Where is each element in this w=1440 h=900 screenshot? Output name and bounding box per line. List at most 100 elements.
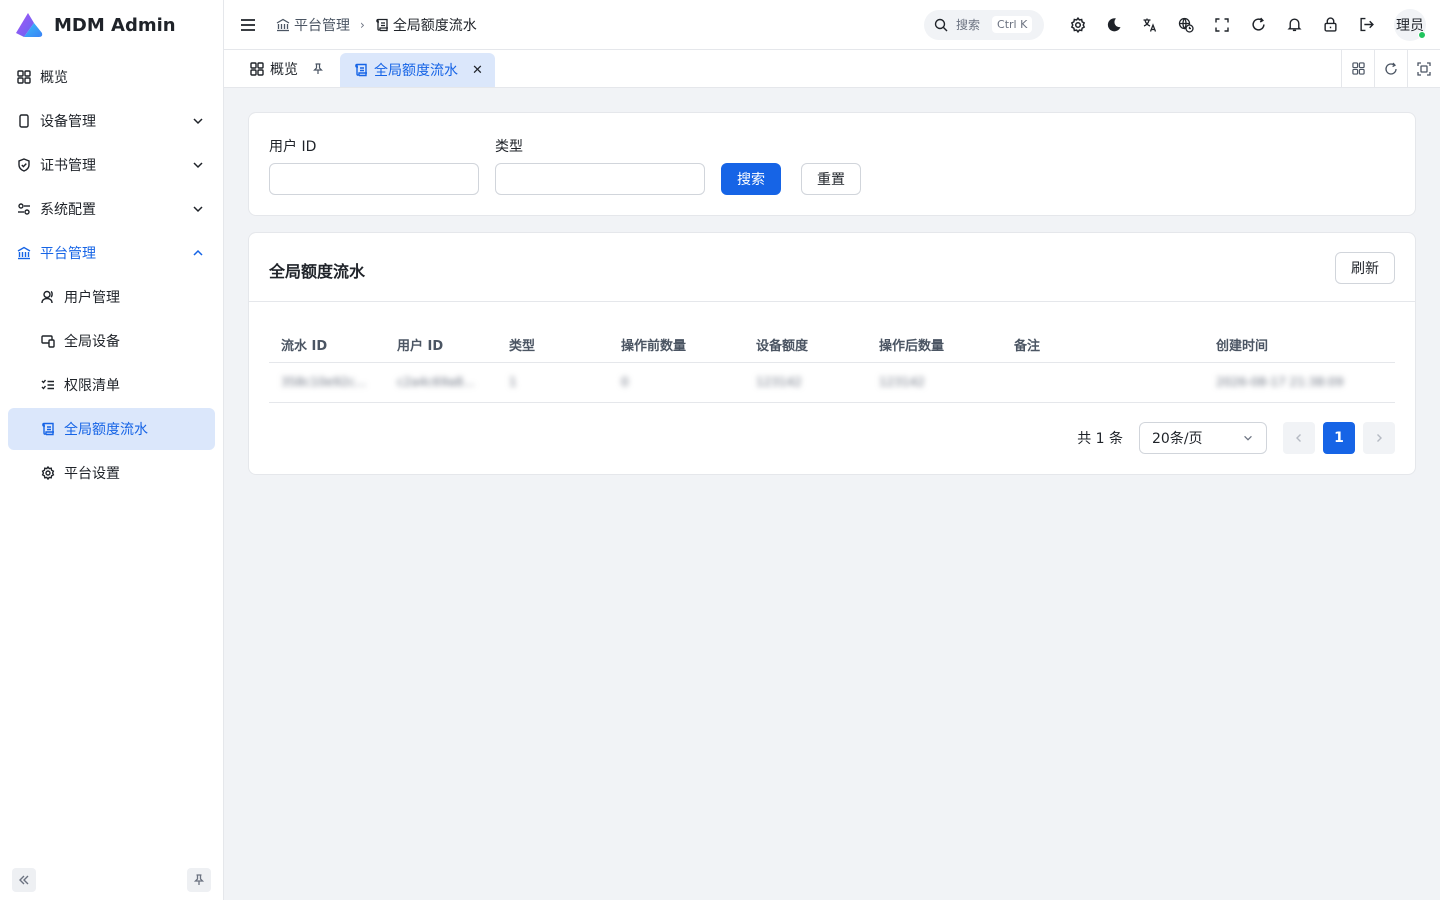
grid-icon [1351,62,1365,75]
column-header-created-at[interactable]: 创建时间 [1216,335,1268,354]
translate-icon [1143,18,1157,32]
search-label: 搜索 [956,18,981,32]
timezone-button[interactable] [1168,7,1204,43]
top-header: 平台管理 › 全局额度流水 搜索 Ctrl K 理员 [224,0,1440,50]
column-header-device-quota[interactable]: 设备额度 [756,335,808,354]
refresh-button[interactable]: 刷新 [1335,252,1395,284]
cell-user-id: c2a4c69a8... [397,375,475,389]
sidebar-item-label: 平台设置 [64,466,120,482]
filter-form-card: 用户 ID 类型 搜索 重置 [248,112,1416,216]
sidebar-item-permission-list[interactable]: 权限清单 [8,364,215,406]
cell-before-qty: 0 [621,375,629,389]
notifications-button[interactable] [1276,7,1312,43]
user-id-input[interactable] [269,163,479,195]
platform-submenu: 用户管理 全局设备 权限清单 全局额度流水 平台设置 [8,276,215,494]
table-row[interactable]: 358c10e92c... c2a4c69a8... 1 0 123142 12… [269,363,1395,403]
breadcrumb-item-current[interactable]: 全局额度流水 [375,15,477,35]
user-avatar[interactable]: 理员 [1394,8,1426,41]
app-title: MDM Admin [54,14,176,36]
global-search[interactable]: 搜索 Ctrl K [924,9,1044,40]
refresh-tab-button[interactable] [1374,50,1407,87]
bell-icon [1286,18,1302,32]
dark-mode-toggle[interactable] [1096,7,1132,43]
page-number-current[interactable]: 1 [1323,422,1355,454]
column-header-user-id[interactable]: 用户 ID [397,335,443,354]
next-page-button[interactable] [1363,422,1395,454]
devices-icon [40,333,56,349]
fullscreen-icon [1215,17,1229,32]
grid-icon [16,69,32,85]
collapse-sidebar-button[interactable] [12,868,36,892]
logout-icon [1359,17,1374,32]
bank-icon [276,18,290,31]
tab-global-quota-flow[interactable]: 全局额度流水 ✕ [340,53,495,87]
sidebar-item-system-config[interactable]: 系统配置 [8,188,215,230]
grid-icon [250,61,264,76]
sidebar-item-certificate-management[interactable]: 证书管理 [8,144,215,186]
online-status-indicator [1418,30,1426,39]
chevron-down-icon [193,118,203,125]
cell-after-qty: 123142 [879,375,925,389]
gear-icon [1070,16,1086,33]
sidebar-menu: 概览 设备管理 证书管理 系统配置 平台管理 用户管理 全局设备 权限清单 全局… [0,56,223,494]
quota-flow-table-card: 全局额度流水 刷新 流水 ID 用户 ID 类型 操作前数量 设备额度 操作后数… [248,232,1416,475]
lock-icon [1323,17,1337,32]
chevron-down-icon [193,206,203,213]
sidebar-item-device-management[interactable]: 设备管理 [8,100,215,142]
chevron-down-icon [193,162,203,169]
sidebar-item-label: 全局额度流水 [64,422,148,438]
shield-check-icon [16,157,32,173]
column-header-remark[interactable]: 备注 [1014,335,1040,354]
sidebar-item-user-management[interactable]: 用户管理 [8,276,215,318]
tab-overview[interactable]: 概览 [236,50,336,87]
header-actions: 搜索 Ctrl K 理员 [924,7,1426,43]
breadcrumb-label: 平台管理 [294,17,350,34]
search-icon [934,18,948,31]
page-size-value: 20条/页 [1152,431,1203,447]
breadcrumb: 平台管理 › 全局额度流水 [276,15,477,35]
close-icon[interactable]: ✕ [472,63,483,78]
chevron-left-icon [1296,434,1301,442]
column-header-flow-id[interactable]: 流水 ID [281,335,327,354]
sidebar-item-platform-management[interactable]: 平台管理 [8,232,215,274]
sidebar-footer [12,868,211,892]
tab-label: 概览 [270,61,298,78]
sidebar-item-label: 平台管理 [40,246,96,262]
column-header-before-qty[interactable]: 操作前数量 [621,335,686,354]
sidebar-item-label: 用户管理 [64,290,120,306]
maximize-content-button[interactable] [1407,50,1440,87]
sidebar-item-platform-settings[interactable]: 平台设置 [8,452,215,494]
sidebar-item-overview[interactable]: 概览 [8,56,215,98]
user-id-label: 用户 ID [269,139,317,155]
prev-page-button[interactable] [1283,422,1315,454]
table-header: 流水 ID 用户 ID 类型 操作前数量 设备额度 操作后数量 备注 创建时间 [269,323,1395,363]
reset-button[interactable]: 重置 [801,163,861,195]
sidebar-item-global-devices[interactable]: 全局设备 [8,320,215,362]
sidebar-item-label: 系统配置 [40,202,96,218]
pin-sidebar-button[interactable] [187,868,211,892]
fullscreen-button[interactable] [1204,7,1240,43]
reload-button[interactable] [1240,7,1276,43]
column-header-type[interactable]: 类型 [509,335,535,354]
lock-screen-button[interactable] [1312,7,1348,43]
column-header-after-qty[interactable]: 操作后数量 [879,335,944,354]
pin-icon[interactable] [312,62,324,75]
brand[interactable]: MDM Admin [0,0,223,50]
tab-label: 全局额度流水 [374,63,458,79]
language-button[interactable] [1132,7,1168,43]
preferences-button[interactable] [1060,7,1096,43]
type-input[interactable] [495,163,705,195]
page-size-select[interactable]: 20条/页 [1139,422,1267,454]
scroll-icon [355,63,367,77]
settings-sliders-icon [16,201,32,217]
search-button[interactable]: 搜索 [721,163,781,195]
menu-toggle-button[interactable] [236,13,260,37]
moon-icon [1107,17,1121,31]
checklist-icon [40,377,56,393]
breadcrumb-item-platform[interactable]: 平台管理 [276,15,350,35]
sidebar-item-global-quota-flow[interactable]: 全局额度流水 [8,408,215,450]
cell-created-at: 2026-08-17 21:38:09 [1216,375,1344,389]
tabs-menu-button[interactable] [1341,50,1374,87]
sidebar-item-label: 全局设备 [64,334,120,350]
logout-button[interactable] [1348,7,1384,43]
